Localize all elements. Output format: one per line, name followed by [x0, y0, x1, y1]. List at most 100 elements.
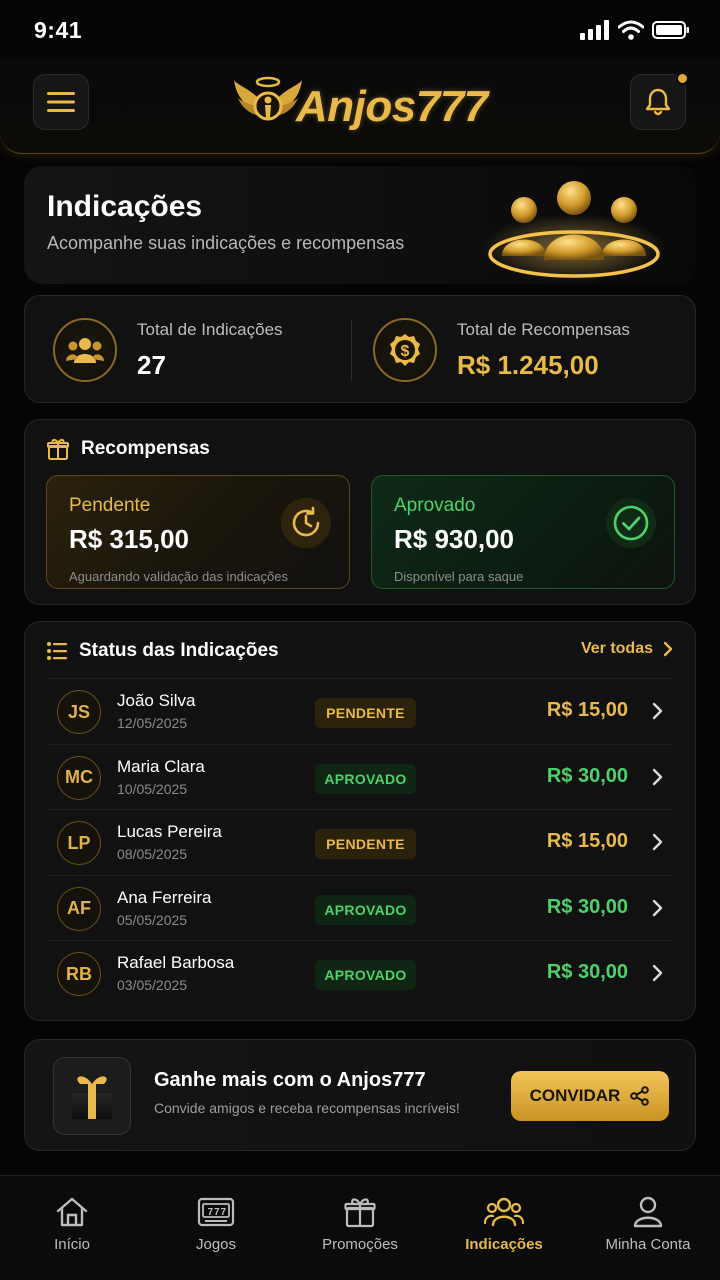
bottom-navigation: Início 777 Jogos Promoções Indicações Mi…	[0, 1175, 720, 1280]
status-badge: APROVADO	[315, 763, 416, 794]
chevron-right-icon	[652, 899, 663, 916]
home-icon	[56, 1197, 88, 1227]
referral-list: JS João Silva 12/05/2025 PENDENTE R$ 15,00 MC…	[47, 678, 674, 1006]
avatar: JS	[57, 690, 101, 734]
referral-row[interactable]: JS João Silva 12/05/2025 PENDENTE R$ 15,00	[47, 678, 674, 744]
notification-dot	[676, 72, 689, 85]
page-title: Indicações	[47, 190, 203, 223]
gift-icon	[47, 439, 69, 460]
referral-date: 12/05/2025	[117, 715, 188, 731]
signal-icon	[580, 20, 609, 40]
nav-item-promocoes[interactable]: Promoções	[288, 1176, 432, 1280]
status-icons	[580, 20, 690, 40]
referral-date: 08/05/2025	[117, 846, 188, 862]
hamburger-icon	[47, 92, 75, 112]
slot-machine-icon: 777	[197, 1197, 235, 1227]
referral-row[interactable]: LP Lucas Pereira 08/05/2025 PENDENTE R$ 15,0…	[47, 809, 674, 875]
see-all-label: Ver todas	[580, 640, 653, 657]
nav-label-promocoes: Promoções	[322, 1236, 398, 1253]
status-badge: PENDENTE	[315, 698, 416, 728]
rewards-title: Recompensas	[81, 438, 210, 459]
svg-text:7: 7	[208, 1207, 214, 1218]
referral-amount: R$ 30,00	[546, 895, 628, 918]
status-badge: PENDENTE	[315, 829, 416, 859]
svg-text:$: $	[401, 343, 410, 360]
status-badge: APROVADO	[315, 960, 416, 990]
users-icon	[484, 1197, 524, 1227]
status-header: Status das Indicações	[47, 640, 279, 662]
reward-approved-box[interactable]: Aprovado R$ 930,00 Disponível para saque	[371, 475, 675, 589]
referral-row[interactable]: MC Maria Clara 10/05/2025 APROVADO R$ 30,00	[47, 743, 674, 810]
avatar: LP	[57, 821, 101, 865]
rewards-header: Recompensas	[47, 438, 210, 460]
referral-name: Ana Ferreira	[117, 887, 212, 907]
avatar: AF	[57, 886, 101, 931]
nav-item-jogos[interactable]: 777 Jogos	[144, 1176, 288, 1280]
clock-icon	[281, 498, 331, 548]
chevron-right-icon	[652, 833, 663, 851]
referral-row[interactable]: RB Rafael Barbosa 03/05/2025 APROVADO R$ 30,…	[47, 940, 674, 1006]
stat-rewards-label: Total de Recompensas	[457, 319, 630, 339]
referral-name: João Silva	[117, 691, 196, 710]
golden-users-illustration	[482, 181, 666, 282]
rewards-card: Recompensas Pendente R$ 315,00 Aguardand…	[24, 419, 696, 605]
chevron-right-icon	[652, 768, 663, 785]
nav-label-inicio: Início	[54, 1236, 90, 1253]
check-circle-icon	[606, 498, 656, 548]
stats-card: Total de Indicações 27 $ Total de Recomp…	[24, 295, 696, 403]
users-icon	[53, 318, 117, 382]
svg-text:7: 7	[221, 1207, 227, 1218]
logo-text: Anjos777	[296, 82, 488, 131]
promo-subtitle: Convide amigos e receba recompensas incr…	[154, 1100, 460, 1116]
promo-title: Ganhe mais com o Anjos777	[154, 1069, 426, 1091]
gift-icon	[344, 1198, 376, 1228]
chevron-right-icon	[652, 964, 663, 982]
referral-row[interactable]: AF Ana Ferreira 05/05/2025 APROVADO R$ 30,00	[47, 874, 674, 941]
approved-note: Disponível para saque	[394, 569, 524, 584]
notifications-button[interactable]	[630, 72, 689, 130]
pending-note: Aguardando validação das indicações	[69, 569, 288, 584]
share-icon	[630, 1086, 650, 1106]
reward-pending-box[interactable]: Pendente R$ 315,00 Aguardando validação …	[46, 475, 350, 589]
list-icon	[47, 642, 67, 660]
chevron-right-icon	[663, 641, 673, 657]
stat-total-referrals: Total de Indicações 27	[53, 296, 283, 404]
invite-promo-card: Ganhe mais com o Anjos777 Convide amigos…	[24, 1039, 696, 1151]
user-icon	[633, 1196, 663, 1228]
referral-amount: R$ 15,00	[546, 699, 628, 721]
nav-item-minha-conta[interactable]: Minha Conta	[576, 1176, 720, 1280]
see-all-link[interactable]: Ver todas	[581, 640, 673, 658]
nav-item-indicacoes[interactable]: Indicações	[432, 1176, 576, 1280]
nav-label-minha-conta: Minha Conta	[605, 1236, 691, 1253]
chevron-right-icon	[652, 702, 663, 720]
stat-referrals-label: Total de Indicações	[137, 319, 283, 339]
menu-button[interactable]	[33, 74, 89, 130]
pending-label: Pendente	[69, 495, 151, 516]
page-subtitle: Acompanhe suas indicações e recompensas	[47, 233, 405, 253]
referral-date: 10/05/2025	[117, 780, 188, 797]
referral-date: 03/05/2025	[117, 977, 188, 993]
approved-value: R$ 930,00	[394, 524, 514, 554]
status-badge: APROVADO	[315, 894, 416, 925]
referral-name: Lucas Pereira	[117, 822, 222, 841]
page-hero: Indicações Acompanhe suas indicações e r…	[24, 166, 696, 284]
referral-amount: R$ 30,00	[546, 764, 628, 787]
nav-label-indicacoes: Indicações	[465, 1236, 543, 1253]
nav-item-inicio[interactable]: Início	[0, 1176, 144, 1280]
referral-amount: R$ 30,00	[546, 961, 628, 983]
status-bar: 9:41	[0, 0, 720, 60]
status-time: 9:41	[34, 16, 83, 43]
logo[interactable]: Anjos777	[232, 70, 492, 144]
nav-label-jogos: Jogos	[195, 1236, 237, 1253]
stats-divider	[351, 320, 352, 380]
referral-name: Maria Clara	[117, 756, 205, 776]
referral-date: 05/05/2025	[117, 911, 188, 928]
status-title: Status das Indicações	[79, 640, 279, 661]
avatar: RB	[57, 952, 101, 996]
invite-button[interactable]: CONVIDAR	[511, 1071, 669, 1121]
money-coin-icon: $	[373, 318, 437, 382]
svg-text:7: 7	[214, 1207, 220, 1218]
invite-button-label: CONVIDAR	[529, 1086, 621, 1105]
referral-amount: R$ 15,00	[546, 830, 628, 852]
bell-icon	[645, 88, 671, 116]
